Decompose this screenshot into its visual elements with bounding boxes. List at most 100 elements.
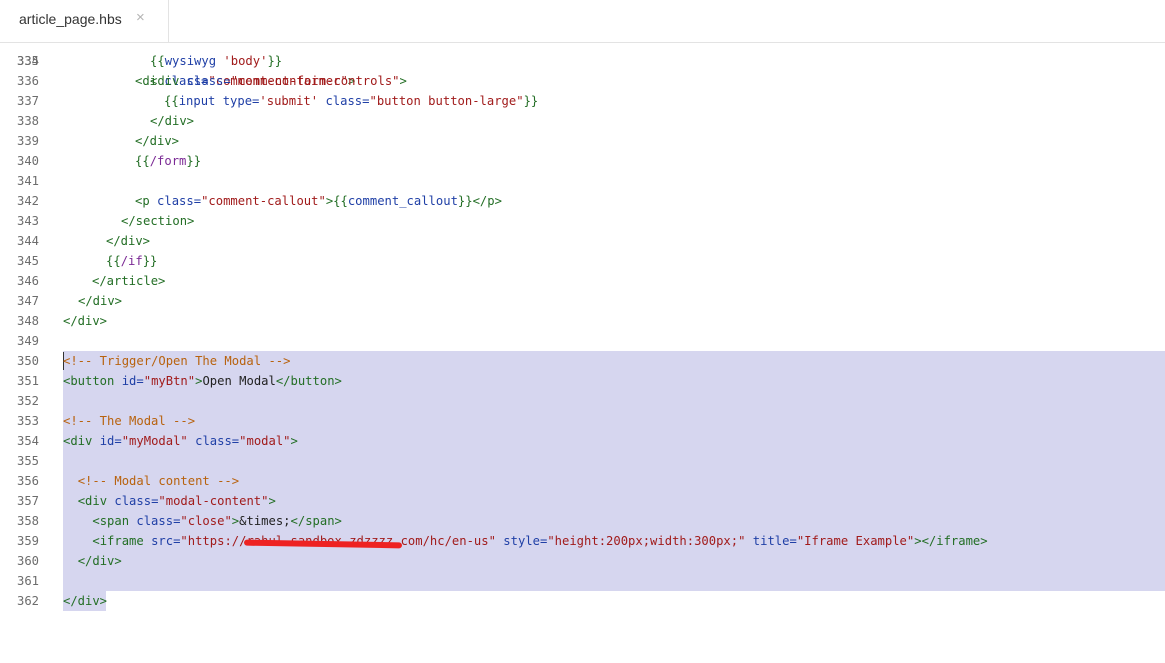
- code-token: class=: [149, 194, 202, 208]
- code-token: </div>: [106, 234, 151, 248]
- code-token: <!-- Trigger/Open The Modal -->: [63, 354, 291, 368]
- code-token: class=: [129, 514, 181, 528]
- code-token: <div: [63, 434, 93, 448]
- code-text: </div>: [106, 231, 150, 251]
- code-editor[interactable]: 334 <di class="comment-container"> 335 {{…: [0, 43, 1165, 663]
- code-line: 349: [0, 331, 1165, 351]
- code-token: title=: [745, 534, 797, 548]
- code-text: </div>: [150, 111, 194, 131]
- code-text: </div>: [78, 291, 122, 311]
- code-line: 345 {{/if}}: [0, 251, 1165, 271]
- code-token: <p: [135, 194, 150, 208]
- code-token: </div>: [77, 554, 122, 568]
- code-token: type=: [215, 94, 260, 108]
- code-text: <iframe src="https://rahul-sandbox.zdzzz…: [63, 531, 988, 551]
- code-token: 'submit': [259, 94, 319, 108]
- code-token: }}: [142, 254, 158, 268]
- code-text: <button id="myBtn">Open Modal</button>: [63, 371, 342, 391]
- code-token: {{: [150, 54, 165, 68]
- code-token: id=: [114, 374, 144, 388]
- code-line: 340 {{/form}}: [0, 151, 1165, 171]
- code-token: <div: [77, 494, 108, 508]
- code-line: 362 </div>: [0, 591, 1165, 611]
- code-token: </div>: [63, 314, 108, 328]
- line-number: 337: [16, 94, 39, 108]
- code-token: ></iframe>: [914, 534, 988, 548]
- code-token: {{: [333, 194, 348, 208]
- code-token: }}: [267, 54, 283, 68]
- line-number: 336: [16, 74, 39, 88]
- line-number: 342: [16, 194, 39, 208]
- line-number: 348: [16, 314, 39, 328]
- code-token: /if: [120, 254, 143, 268]
- code-token: >: [290, 434, 298, 448]
- code-line: 343 </section>: [0, 211, 1165, 231]
- code-token: {{: [164, 94, 179, 108]
- code-text: </div>: [135, 131, 179, 151]
- code-line-partial: 334 <di class="comment-container">: [0, 43, 1165, 88]
- code-text: </div>: [63, 591, 107, 611]
- code-token: <!-- Modal content -->: [77, 474, 240, 488]
- code-line: 335 {{wysiwyg 'body'}}: [0, 51, 1165, 71]
- code-text: <div class="comment-form-controls">: [150, 71, 407, 91]
- close-icon[interactable]: ×: [136, 9, 145, 26]
- code-token: class=: [107, 494, 159, 508]
- code-token: "https://: [180, 534, 247, 548]
- code-text: {{wysiwyg 'body'}}: [150, 51, 282, 71]
- code-line: 357 <div class="modal-content">: [0, 491, 1165, 511]
- line-number: 340: [16, 154, 39, 168]
- code-line: 358 <span class="close">&times;</span>: [0, 511, 1165, 531]
- code-text: <span class="close">&times;</span>: [63, 511, 342, 531]
- code-token: >: [399, 74, 407, 88]
- code-text: </section>: [121, 211, 194, 231]
- code-token: {{: [106, 254, 121, 268]
- code-text: <p class="comment-callout">{{comment_cal…: [135, 191, 502, 211]
- code-token: </div>: [150, 114, 195, 128]
- code-token: /form: [149, 154, 187, 168]
- tab-article-page[interactable]: article_page.hbs ×: [0, 0, 169, 42]
- code-text: </div>: [63, 551, 122, 571]
- code-text: <div id="myModal" class="modal">: [63, 431, 298, 451]
- line-number: 345: [16, 254, 39, 268]
- line-number: 335: [16, 54, 39, 68]
- code-line: 350 <!-- Trigger/Open The Modal -->: [0, 351, 1165, 371]
- code-line: 352: [0, 391, 1165, 411]
- code-line: 339 </div>: [0, 131, 1165, 151]
- code-token: comment_callout: [347, 194, 458, 208]
- code-token: class=: [179, 74, 231, 88]
- code-token: </button>: [275, 374, 342, 388]
- code-text: <!-- Modal content -->: [63, 471, 239, 491]
- tab-title[interactable]: article_page.hbs: [19, 11, 122, 27]
- code-line: 342 <p class="comment-callout">{{comment_…: [0, 191, 1165, 211]
- line-number: 343: [16, 214, 39, 228]
- code-token: "myBtn": [143, 374, 196, 388]
- code-line: 355: [0, 451, 1165, 471]
- code-token: &times;: [239, 514, 291, 528]
- code-token: >: [268, 494, 276, 508]
- code-text: {{input type='submit' class="button butt…: [164, 91, 538, 111]
- code-token: }}: [523, 94, 539, 108]
- code-token: "close": [180, 514, 232, 528]
- code-line: 336 <div class="comment-form-controls">: [0, 71, 1165, 91]
- code-token: com/hc/en-us": [400, 534, 496, 548]
- line-number: 358: [16, 514, 39, 528]
- code-token: <div: [150, 74, 180, 88]
- code-line: 359 <iframe src="https://rahul-sandbox.z…: [0, 531, 1165, 551]
- code-line: 347 </div>: [0, 291, 1165, 311]
- code-token: class=: [187, 434, 240, 448]
- code-token: src=: [143, 534, 181, 548]
- code-line: 354 <div id="myModal" class="modal">: [0, 431, 1165, 451]
- line-number: 341: [16, 174, 39, 188]
- line-number: 350: [16, 354, 39, 368]
- line-number: 352: [16, 394, 39, 408]
- code-token: id=: [92, 434, 122, 448]
- code-line: 360 </div>: [0, 551, 1165, 571]
- code-token: "Iframe Example": [796, 534, 915, 548]
- line-number: 339: [16, 134, 39, 148]
- line-number: 362: [16, 594, 39, 608]
- code-line: 351 <button id="myBtn">Open Modal</button…: [0, 371, 1165, 391]
